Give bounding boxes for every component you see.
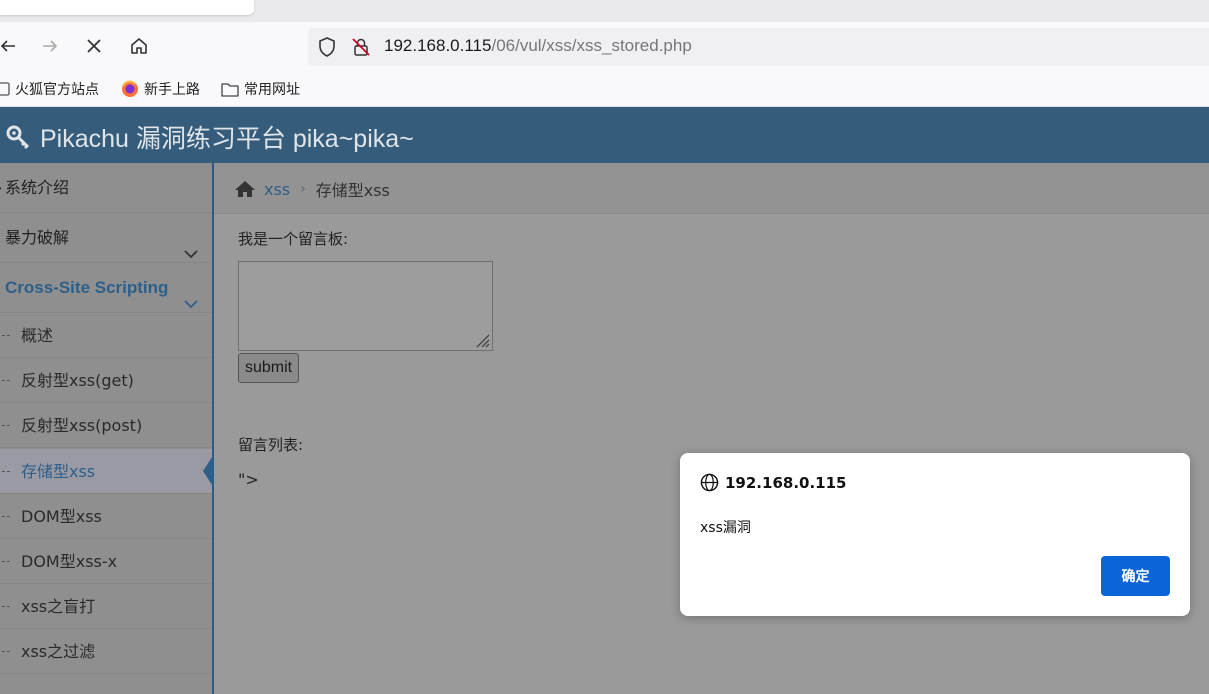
globe-icon [700,473,719,492]
tree-dash [2,471,10,472]
url-host: 192.168.0.115 [384,36,492,55]
site-header: Pikachu 漏洞练习平台 pika~pika~ [0,107,1209,163]
site-title[interactable]: Pikachu 漏洞练习平台 pika~pika~ [6,119,414,155]
bookmark-label: 火狐官方站点 [15,82,99,98]
stop-loading-icon[interactable] [78,30,110,62]
chevron-right-icon: › [0,163,2,213]
firefox-icon [121,80,139,98]
sidebar-subitem-label: xss之过滤 [21,642,96,661]
back-icon[interactable] [0,30,24,62]
breadcrumb: xss › 存储型xss [214,163,1209,214]
sidebar-subitem-stored[interactable]: 存储型xss [0,449,214,494]
resize-grip-icon[interactable] [473,331,491,349]
sidebar-item-label: Cross-Site Scripting [5,278,169,297]
submit-button[interactable]: submit [238,353,300,383]
sidebar-item-brute-force[interactable]: 暴力破解 [0,213,212,263]
sidebar-subitem-reflected-post[interactable]: 反射型xss(post) [0,403,212,448]
sidebar-subitem-blind[interactable]: xss之盲打 [0,584,212,629]
sidebar-subitem-reflected-get[interactable]: 反射型xss(get) [0,358,212,403]
url-path: /06/vul/xss/xss_stored.php [491,36,692,55]
breadcrumb-path: xss › 存储型xss [234,177,390,201]
sidebar: › 系统介绍 暴力破解 Cross-Site Scripting 概述 反射型x… [0,163,214,694]
site-title-text: Pikachu 漏洞练习平台 pika~pika~ [40,125,414,153]
bookmark-getting-started[interactable]: 新手上路 [121,79,200,99]
bookmark-folder-common[interactable]: 常用网址 [221,79,300,99]
forward-icon[interactable] [34,30,66,62]
sidebar-subitem-label: DOM型xss [21,507,102,526]
url-text[interactable]: 192.168.0.115/06/vul/xss/xss_stored.php [384,36,692,56]
tree-dash [2,335,10,336]
tree-dash [2,606,10,607]
bookmarks-toolbar: 火狐官方站点 新手上路 常用网址 [0,70,1209,107]
browser-navbar: 192.168.0.115/06/vul/xss/xss_stored.php [0,22,1209,70]
address-bar[interactable]: 192.168.0.115/06/vul/xss/xss_stored.php [308,28,1209,66]
browser-tab-strip [0,0,1209,22]
home-icon[interactable] [123,30,155,62]
message-item: "> [238,470,259,489]
tree-dash [2,380,10,381]
alert-origin: 192.168.0.115 [700,473,846,492]
shield-icon[interactable] [317,37,337,57]
sidebar-subitem-filter[interactable]: xss之过滤 [0,629,212,674]
message-list-label: 留言列表: [238,436,304,454]
breadcrumb-current: 存储型xss [315,181,390,200]
key-icon [6,124,32,150]
insecure-lock-icon[interactable] [351,37,371,57]
sidebar-item-xss[interactable]: Cross-Site Scripting [0,263,212,313]
alert-message: xss漏洞 [700,520,751,536]
bookmark-firefox-site[interactable]: 火狐官方站点 [0,79,99,99]
sidebar-subitem-label: 存储型xss [21,462,96,481]
bookmark-label: 新手上路 [144,82,200,98]
sidebar-subitem-label: DOM型xss-x [21,552,118,571]
sidebar-item-intro[interactable]: › 系统介绍 [0,163,212,213]
browser-tab-active[interactable] [0,0,254,15]
sidebar-subitem-dom-x[interactable]: DOM型xss-x [0,539,212,584]
page-icon [0,82,10,96]
folder-icon [221,82,239,97]
sidebar-subitem-label: xss之盲打 [21,597,96,616]
sidebar-subitem-label: 概述 [21,326,54,345]
home-icon[interactable] [234,180,256,198]
sidebar-item-label: 系统介绍 [5,178,70,197]
sidebar-subitem-dom[interactable]: DOM型xss [0,494,212,539]
tree-dash [2,516,10,517]
bookmark-label: 常用网址 [244,82,300,98]
message-textarea[interactable] [238,261,493,351]
alert-origin-text: 192.168.0.115 [725,473,847,492]
breadcrumb-link-xss[interactable]: xss [264,180,290,199]
tree-dash [2,425,10,426]
ok-button[interactable]: 确定 [1101,556,1170,596]
sidebar-subitem-label: 反射型xss(get) [21,371,134,390]
active-marker [203,454,214,488]
tree-dash [2,561,10,562]
breadcrumb-separator-icon: › [300,181,306,197]
sidebar-item-label: 暴力破解 [5,228,70,247]
sidebar-subitem-label: 反射型xss(post) [21,416,143,435]
alert-dialog: 192.168.0.115 xss漏洞 确定 [680,453,1190,616]
sidebar-subitem-overview[interactable]: 概述 [0,313,212,358]
board-label: 我是一个留言板: [238,230,349,248]
tree-dash [2,651,10,652]
